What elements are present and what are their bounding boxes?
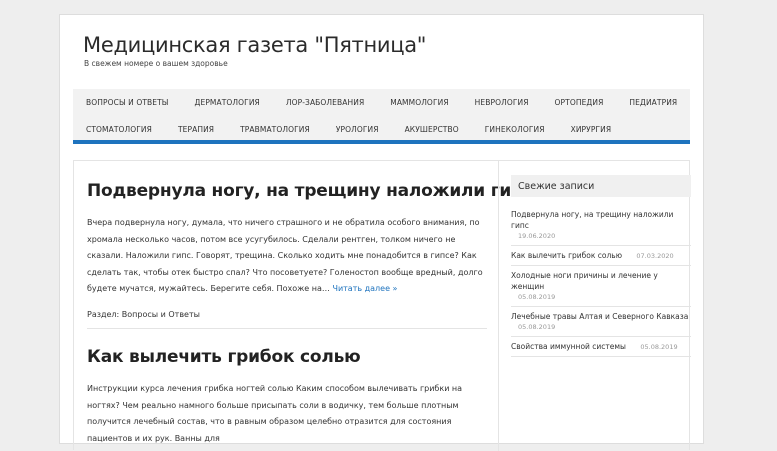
recent-post-date: 05.08.2019: [518, 293, 556, 301]
list-item: Как вылечить грибок солью 07.03.2020: [511, 246, 691, 266]
widget-title: Свежие записи: [511, 175, 691, 197]
nav-row-1: ВОПРОСЫ И ОТВЕТЫ ДЕРМАТОЛОГИЯ ЛОР-ЗАБОЛЕ…: [73, 89, 690, 116]
category-label: Раздел:: [87, 309, 120, 319]
read-more-link[interactable]: Читать далее »: [332, 284, 397, 293]
nav-item-pediatriya[interactable]: ПЕДИАТРИЯ: [616, 98, 690, 107]
list-item: Холодные ноги причины и лечение у женщин…: [511, 266, 691, 307]
sidebar: Свежие записи Подвернула ногу, на трещин…: [511, 175, 691, 357]
main-navigation: ВОПРОСЫ И ОТВЕТЫ ДЕРМАТОЛОГИЯ ЛОР-ЗАБОЛЕ…: [73, 89, 690, 144]
nav-item-travmatologiya[interactable]: ТРАВМАТОЛОГИЯ: [227, 125, 323, 134]
recent-post-date: 05.08.2019: [518, 323, 556, 331]
nav-item-voprosy-i-otvety[interactable]: ВОПРОСЫ И ОТВЕТЫ: [73, 98, 182, 107]
post-article: Как вылечить грибок солью Инструкции кур…: [87, 347, 487, 447]
post-meta: Раздел: Вопросы и Ответы: [87, 310, 487, 319]
nav-item-urologiya[interactable]: УРОЛОГИЯ: [323, 125, 392, 134]
list-item: Свойства иммунной системы 05.08.2019: [511, 337, 691, 357]
nav-item-lor-zabolevaniya[interactable]: ЛОР-ЗАБОЛЕВАНИЯ: [273, 98, 377, 107]
post-excerpt: Вчера подвернула ногу, думала, что ничег…: [87, 215, 487, 298]
post-excerpt: Инструкции курса лечения грибка ногтей с…: [87, 384, 463, 443]
recent-post-link[interactable]: Как вылечить грибок солью: [511, 251, 622, 260]
nav-item-terapiya[interactable]: ТЕРАПИЯ: [165, 125, 227, 134]
site-title[interactable]: Медицинская газета "Пятница": [83, 33, 426, 57]
site-description: В свежем номере о вашем здоровье: [84, 59, 228, 68]
sidebar-divider: [498, 161, 499, 451]
nav-item-akusherstvo[interactable]: АКУШЕРСТВО: [392, 125, 472, 134]
post-article: Подвернула ногу, на трещину наложили гип…: [87, 181, 533, 319]
nav-item-ginekologiya[interactable]: ГИНЕКОЛОГИЯ: [472, 125, 558, 134]
list-item: Лечебные травы Алтая и Северного Кавказа…: [511, 307, 691, 337]
recent-posts-list: Подвернула ногу, на трещину наложили гип…: [511, 205, 691, 357]
recent-post-link[interactable]: Холодные ноги причины и лечение у женщин: [511, 271, 658, 291]
category-link[interactable]: Вопросы и Ответы: [122, 310, 200, 319]
recent-post-date: 05.08.2019: [640, 343, 678, 351]
nav-row-2: СТОМАТОЛОГИЯ ТЕРАПИЯ ТРАВМАТОЛОГИЯ УРОЛО…: [73, 116, 624, 143]
nav-item-nevrologiya[interactable]: НЕВРОЛОГИЯ: [462, 98, 542, 107]
nav-item-dermatologiya[interactable]: ДЕРМАТОЛОГИЯ: [182, 98, 273, 107]
nav-item-stomatologiya[interactable]: СТОМАТОЛОГИЯ: [73, 125, 165, 134]
post-title[interactable]: Подвернула ногу, на трещину наложили гип…: [87, 181, 533, 201]
post-divider: [87, 328, 487, 329]
recent-post-link[interactable]: Лечебные травы Алтая и Северного Кавказа: [511, 312, 688, 321]
nav-item-khirurgiya[interactable]: ХИРУРГИЯ: [558, 125, 625, 134]
content-area: Подвернула ногу, на трещину наложили гип…: [73, 160, 691, 451]
page-container: Медицинская газета "Пятница" В свежем но…: [59, 14, 704, 451]
recent-post-link[interactable]: Подвернула ногу, на трещину наложили гип…: [511, 210, 673, 230]
recent-post-date: 19.06.2020: [518, 232, 556, 240]
list-item: Подвернула ногу, на трещину наложили гип…: [511, 205, 691, 246]
recent-post-link[interactable]: Свойства иммунной системы: [511, 342, 626, 351]
post-title[interactable]: Как вылечить грибок солью: [87, 347, 487, 367]
nav-item-mammologiya[interactable]: МАММОЛОГИЯ: [377, 98, 461, 107]
recent-post-date: 07.03.2020: [636, 252, 674, 260]
nav-item-ortopediya[interactable]: ОРТОПЕДИЯ: [542, 98, 617, 107]
post-excerpt-text: Вчера подвернула ногу, думала, что ничег…: [87, 218, 483, 293]
